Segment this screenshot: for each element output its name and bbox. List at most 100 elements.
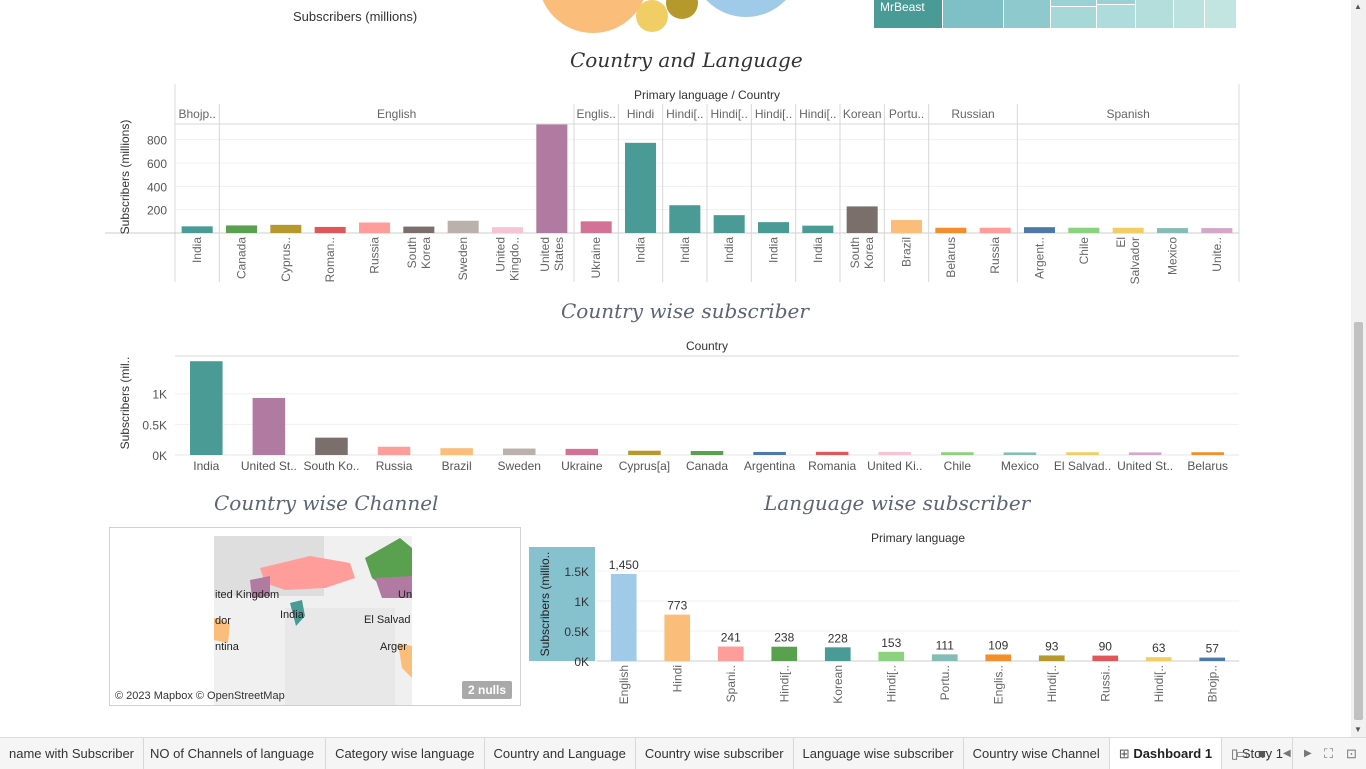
bar bbox=[1038, 655, 1065, 661]
scroll-up-arrow-icon[interactable]: ▲ bbox=[1354, 2, 1362, 11]
bar bbox=[985, 654, 1012, 661]
tab-dashboard-1[interactable]: ⊞ Dashboard 1 bbox=[1109, 738, 1223, 769]
bar bbox=[979, 227, 1011, 233]
bar bbox=[1145, 657, 1172, 661]
y-tick-label: 400 bbox=[147, 180, 167, 194]
next-sheet-icon[interactable]: ▶ bbox=[1304, 738, 1312, 769]
x-tick-label: Chile bbox=[944, 459, 972, 473]
scroll-down-arrow-icon[interactable]: ▼ bbox=[1354, 725, 1362, 734]
map-label: ited Kingdom bbox=[215, 589, 279, 601]
tab-channels-of-language[interactable]: NO of Channels of language bbox=[144, 738, 327, 769]
treemap-cell[interactable] bbox=[1097, 5, 1135, 28]
bar bbox=[628, 450, 661, 455]
x-tick-label: India bbox=[190, 237, 204, 263]
group-label: Hindi[.. bbox=[666, 107, 703, 121]
bar bbox=[1191, 452, 1224, 455]
country-channel-map[interactable]: ited Kingdom India El Salvad dor Arger n… bbox=[109, 527, 521, 706]
x-tick-label: Englis.. bbox=[991, 665, 1005, 704]
bar bbox=[1003, 452, 1037, 455]
bar bbox=[753, 451, 786, 455]
y-tick-label: 200 bbox=[147, 204, 167, 218]
x-tick-label: Russia bbox=[368, 237, 382, 274]
treemap-cell[interactable] bbox=[1051, 0, 1096, 6]
x-tick-label: Portu.. bbox=[938, 665, 952, 700]
x-tick-label: Hindi[.. bbox=[1045, 665, 1059, 702]
x-tick-label: India bbox=[722, 237, 736, 263]
nulls-indicator[interactable]: 2 nulls bbox=[461, 681, 512, 699]
chart-header: Primary language / Country bbox=[634, 88, 780, 102]
x-tick-label: Hindi bbox=[670, 665, 684, 692]
group-label: Hindi bbox=[627, 107, 654, 121]
x-tick-label: Belarus bbox=[1187, 459, 1228, 473]
x-tick-label: Canada bbox=[235, 237, 249, 279]
treemap-cell[interactable] bbox=[1097, 0, 1135, 4]
bar bbox=[931, 654, 958, 661]
x-tick-label: India bbox=[678, 237, 692, 263]
data-label: 93 bbox=[1045, 639, 1059, 653]
group-label: Korean bbox=[843, 107, 882, 121]
chart-header: Primary language bbox=[871, 531, 965, 545]
bar bbox=[717, 646, 744, 661]
x-tick-label: Hindi[.. bbox=[884, 665, 898, 702]
x-tick-label: Hindi[.. bbox=[777, 665, 791, 702]
fullscreen-icon[interactable]: ⛶ bbox=[1324, 738, 1333, 769]
bar bbox=[624, 142, 657, 233]
data-label: 238 bbox=[774, 631, 794, 645]
tab-country-wise-subscriber[interactable]: Country wise subscriber bbox=[636, 738, 794, 769]
map-label: Un bbox=[398, 589, 412, 601]
data-label: 241 bbox=[721, 631, 741, 645]
treemap-cell-mrbeast[interactable]: MrBeast bbox=[874, 0, 942, 28]
tab-country-wise-channel[interactable]: Country wise Channel bbox=[964, 738, 1110, 769]
scroll-thumb[interactable] bbox=[1354, 322, 1363, 720]
group-label: Hindi[.. bbox=[710, 107, 747, 121]
y-axis-label: Subscribers (millio.. bbox=[538, 552, 552, 657]
map-attribution[interactable]: © 2023 Mapbox © OpenStreetMap bbox=[115, 690, 285, 702]
bar bbox=[890, 220, 923, 233]
x-tick-label: Russia bbox=[376, 459, 413, 473]
tab-label: Dashboard 1 bbox=[1133, 746, 1213, 761]
language-subscriber-chart: Primary language 0K 0.5K 1K 1.5K Subscribers … bbox=[529, 531, 1239, 704]
bar bbox=[669, 205, 701, 233]
y-axis-label: Subscribers (millions) bbox=[118, 120, 132, 235]
x-tick-label: Korean bbox=[831, 665, 845, 704]
bubble-chart-fragment bbox=[542, 0, 786, 33]
bar bbox=[713, 215, 745, 233]
country-subscriber-chart: Country 0K 0.5K 1K Subscribers (mil.. India Un… bbox=[118, 339, 1239, 473]
group-label: Hindi[.. bbox=[755, 107, 792, 121]
treemap-cell[interactable] bbox=[1136, 0, 1173, 28]
bar bbox=[664, 614, 691, 661]
treemap-cell[interactable] bbox=[943, 0, 1003, 28]
data-label: 109 bbox=[988, 638, 1008, 652]
treemap-cell[interactable] bbox=[1174, 0, 1204, 28]
presentation-icon[interactable]: ⊡ bbox=[1346, 738, 1357, 769]
bar bbox=[935, 227, 967, 233]
treemap-cell[interactable] bbox=[1004, 0, 1050, 28]
map-label: ntina bbox=[215, 641, 240, 653]
bar bbox=[1199, 657, 1226, 661]
previous-sheet-icon[interactable]: ◀ bbox=[1283, 738, 1291, 769]
x-tick-label: Brazil bbox=[900, 237, 914, 267]
tab-language-wise-subscriber[interactable]: Language wise subscriber bbox=[794, 738, 964, 769]
chart-header: Country bbox=[686, 339, 728, 353]
group-label: Englis.. bbox=[576, 107, 615, 121]
tab-country-and-language[interactable]: Country and Language bbox=[485, 738, 636, 769]
bar bbox=[815, 451, 849, 455]
x-tick-label: Romania bbox=[808, 459, 856, 473]
bar bbox=[878, 651, 905, 661]
filmstrip-view-icon[interactable]: ▭ bbox=[1236, 738, 1248, 769]
tab-name-with-subscriber[interactable]: name with Subscriber bbox=[0, 738, 144, 769]
bar bbox=[757, 222, 790, 233]
x-tick-label: India bbox=[811, 237, 825, 263]
y-tick-label: 1K bbox=[574, 595, 589, 609]
treemap-cell[interactable] bbox=[1205, 0, 1236, 28]
bubble-orange bbox=[542, 0, 644, 33]
bar bbox=[1156, 228, 1189, 233]
vertical-scrollbar[interactable]: ▲ ▼ bbox=[1351, 0, 1366, 737]
tab-category-wise-language[interactable]: Category wise language bbox=[326, 738, 485, 769]
treemap-cell[interactable] bbox=[1051, 7, 1096, 28]
tabs-view-icon[interactable]: ■ bbox=[1258, 738, 1266, 769]
x-tick-label: Salvador bbox=[1128, 237, 1142, 284]
bar bbox=[1068, 227, 1100, 233]
x-tick-label: Chile bbox=[1077, 237, 1091, 265]
map-label: El Salvad bbox=[364, 614, 410, 626]
